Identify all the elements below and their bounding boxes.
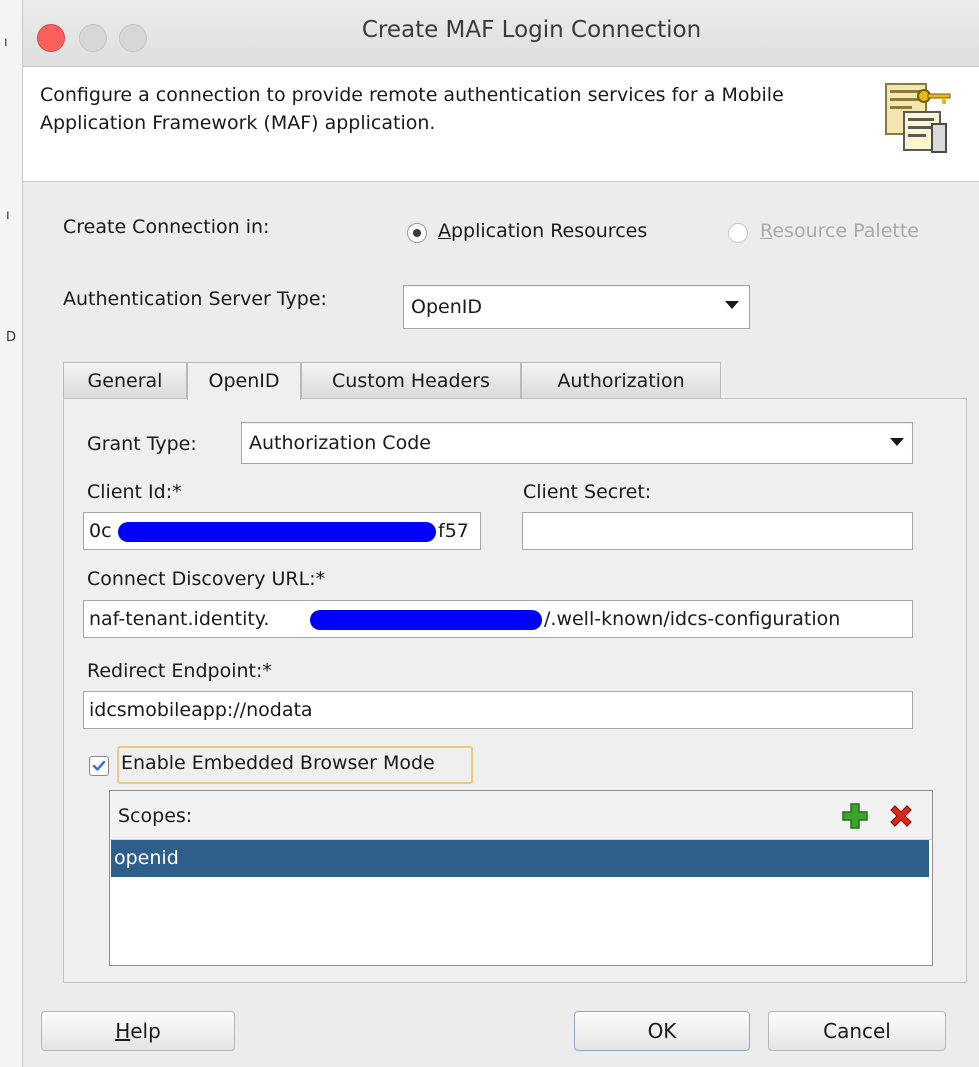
client-secret-input[interactable]: [522, 512, 913, 550]
client-id-label: Client Id:*: [87, 481, 182, 503]
background-fragment: ı: [4, 35, 8, 50]
auth-server-type-value: OpenID: [411, 296, 482, 318]
auth-server-type-select[interactable]: OpenID: [403, 285, 750, 329]
embedded-browser-label[interactable]: Enable Embedded Browser Mode: [121, 752, 435, 774]
list-item[interactable]: openid: [111, 840, 929, 877]
checkmark-icon: [92, 760, 106, 771]
radio-selected-dot: [413, 229, 421, 237]
window-title: Create MAF Login Connection: [361, 17, 702, 43]
remove-scope-x-icon[interactable]: [886, 801, 916, 831]
tab-general[interactable]: General: [63, 362, 187, 398]
help-button[interactable]: Help: [41, 1011, 235, 1051]
create-maf-login-connection-dialog: Create MAF Login Connection Configure a …: [22, 0, 979, 1067]
title-bar: Create MAF Login Connection: [23, 0, 979, 67]
chevron-down-icon: [725, 301, 739, 309]
application-resources-label[interactable]: Application Resources: [438, 220, 647, 242]
auth-server-type-label: Authentication Server Type:: [63, 288, 327, 310]
redirect-endpoint-label: Redirect Endpoint:*: [87, 660, 272, 682]
grant-type-value: Authorization Code: [249, 432, 431, 454]
cancel-button[interactable]: Cancel: [768, 1011, 946, 1051]
client-id-suffix: f57: [438, 520, 469, 542]
client-secret-label: Client Secret:: [523, 481, 652, 503]
scopes-list: Scopes: openid: [109, 790, 933, 966]
scope-value: openid: [114, 847, 179, 869]
resource-palette-label: Resource Palette: [760, 220, 919, 242]
ok-button[interactable]: OK: [574, 1011, 750, 1051]
client-id-input[interactable]: 0c f57: [83, 512, 481, 550]
scopes-label: Scopes:: [118, 805, 193, 827]
tab-custom-headers[interactable]: Custom Headers: [301, 362, 521, 398]
add-scope-plus-icon[interactable]: [840, 801, 870, 831]
grant-type-label: Grant Type:: [87, 433, 197, 455]
create-connection-label: Create Connection in:: [63, 216, 270, 238]
background-window-edge: ı ı D: [0, 0, 22, 1067]
tab-openid[interactable]: OpenID: [187, 362, 301, 400]
tab-authorization[interactable]: Authorization: [521, 362, 721, 398]
discovery-url-suffix: /.well-known/idcs-configuration: [544, 608, 841, 630]
chevron-down-icon: [890, 438, 904, 446]
redirect-endpoint-value: idcsmobileapp://nodata: [89, 699, 313, 721]
discovery-url-label: Connect Discovery URL:*: [87, 568, 326, 590]
grant-type-select[interactable]: Authorization Code: [241, 422, 913, 464]
background-fragment: ı: [6, 208, 10, 223]
connection-key-icon: [880, 78, 958, 156]
embedded-browser-checkbox[interactable]: [89, 756, 109, 776]
redacted-region: [118, 522, 436, 542]
resource-palette-radio[interactable]: [728, 223, 748, 243]
client-id-prefix: 0c: [89, 520, 112, 542]
application-resources-radio[interactable]: [407, 223, 427, 243]
background-fragment: D: [6, 330, 17, 345]
discovery-url-prefix: naf-tenant.identity.: [89, 608, 270, 630]
redacted-region: [310, 610, 542, 630]
scopes-header: Scopes:: [110, 791, 932, 840]
dialog-header: Configure a connection to provide remote…: [23, 67, 979, 182]
discovery-url-input[interactable]: naf-tenant.identity. /.well-known/idcs-c…: [83, 600, 913, 638]
redirect-endpoint-input[interactable]: idcsmobileapp://nodata: [83, 691, 913, 729]
header-description: Configure a connection to provide remote…: [40, 84, 784, 134]
